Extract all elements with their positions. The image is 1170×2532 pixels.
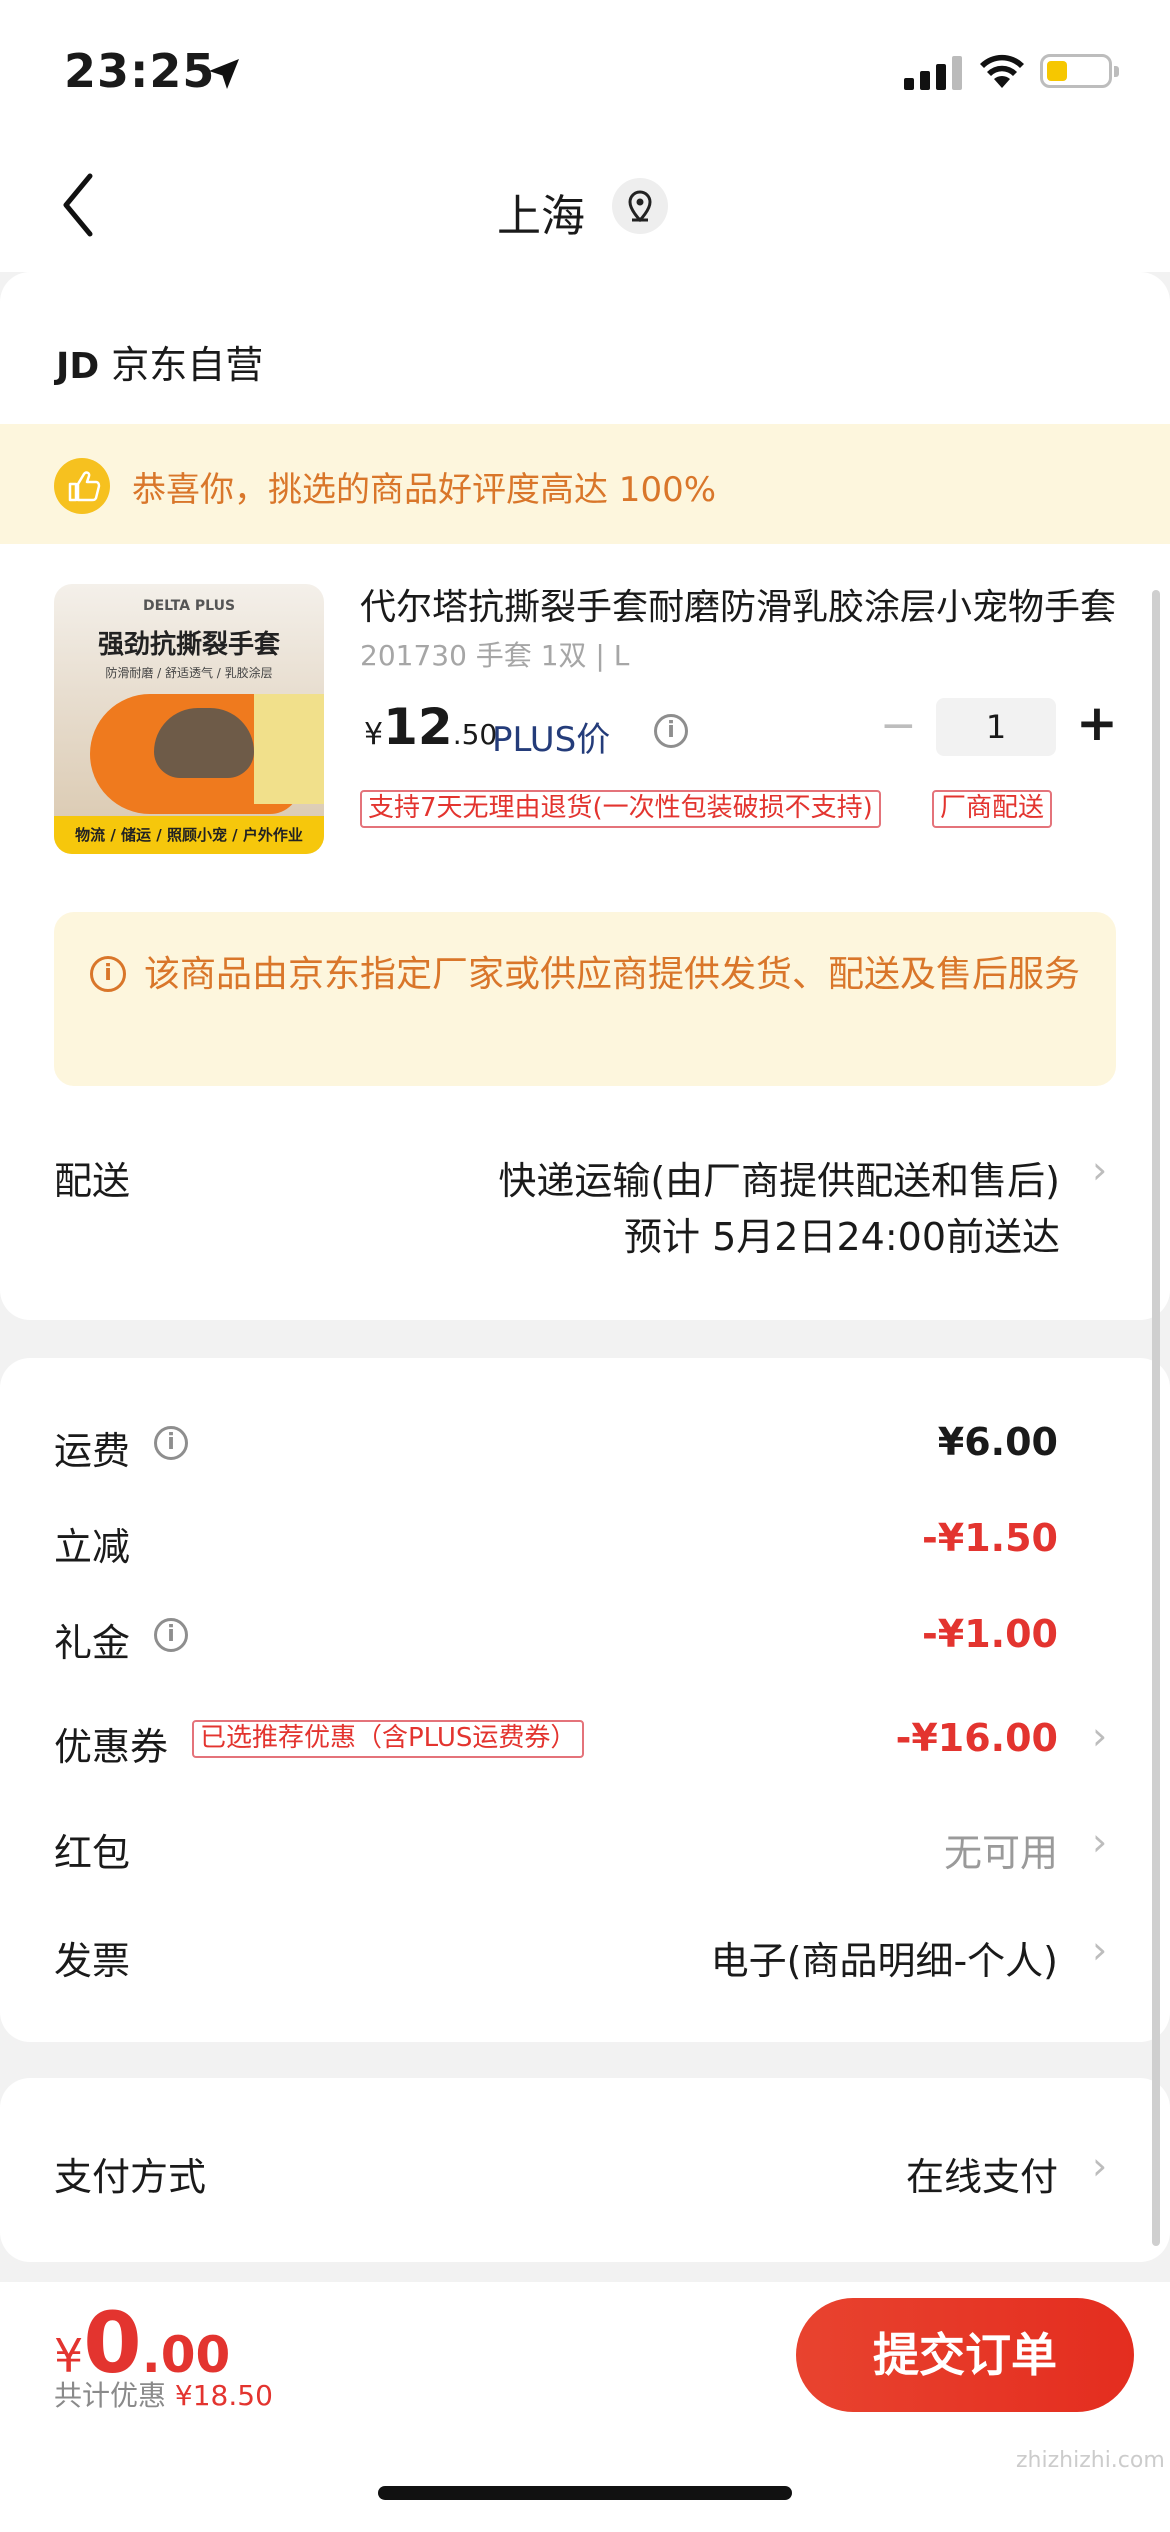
submit-order-button[interactable]: 提交订单 [796,2298,1134,2412]
invoice-value[interactable]: 电子(商品明细-个人) [711,1930,1058,1985]
coupon-value[interactable]: -¥16.00 [896,1716,1058,1760]
return-policy-tag: 支持7天无理由退货(一次性包装破损不支持) [360,790,881,828]
shipping-fee-label: 运费 [54,1429,131,1473]
delivery-method[interactable]: 快递运输(由厂商提供配送和售后) [498,1150,1060,1205]
coupon-label: 优惠券 [54,1725,169,1769]
delivery-eta: 预计 5月2日24:00前送达 [624,1215,1060,1259]
shop-name[interactable]: JD 京东自营 [56,334,263,389]
shipping-info-icon[interactable]: i [154,1426,188,1460]
notice-info-icon: i [90,956,126,992]
delivery-label: 配送 [54,1159,131,1203]
battery-icon [1040,54,1119,88]
product-price: ¥12.50 [364,698,498,756]
price-info-icon[interactable]: i [654,714,688,748]
quantity-increase-button[interactable]: + [1076,694,1118,752]
product-title[interactable]: 代尔塔抗撕裂手套耐磨防滑乳胶涂层小宠物手套 [360,578,1120,630]
coupon-chevron-icon[interactable]: › [1092,1714,1107,1758]
shop-name-label: 京东自营 [111,343,264,387]
status-time: 23:25 [64,44,216,98]
quantity-input[interactable]: 1 [936,698,1056,756]
location-arrow-icon [209,59,239,89]
quantity-decrease-button[interactable]: − [880,700,917,751]
payment-value[interactable]: 在线支付 [906,2146,1058,2201]
jd-logo: JD [56,346,100,387]
cellular-signal-icon [904,56,962,90]
coupon-tag: 已选推荐优惠（含PLUS运费券） [192,1720,585,1758]
product-image[interactable]: DELTA PLUS 强劲抗撕裂手套 防滑耐磨 / 舒适透气 / 乳胶涂层 物流… [54,584,324,854]
location-pin-icon[interactable] [612,178,668,234]
thumbs-up-icon [54,458,110,514]
vendor-notice-text: 该商品由京东指定厂家或供应商提供发货、配送及售后服务 [144,954,1081,995]
watermark: zhizhizhi.com [1016,2448,1165,2473]
gift-label: 礼金 [54,1621,131,1665]
red-packet-label: 红包 [54,1831,131,1875]
discount-label: 立减 [54,1525,131,1569]
wifi-icon [980,54,1024,88]
invoice-label: 发票 [54,1939,131,1983]
vendor-delivery-tag: 厂商配送 [932,790,1053,828]
payment-chevron-icon[interactable]: › [1092,2144,1107,2188]
red-packet-value[interactable]: 无可用 [944,1822,1058,1877]
scrollbar[interactable] [1152,590,1160,2246]
delivery-chevron-icon[interactable]: › [1092,1148,1107,1192]
gift-value: -¥1.00 [922,1612,1058,1656]
page-title: 上海 [497,191,585,242]
invoice-chevron-icon[interactable]: › [1092,1928,1107,1972]
plus-price-label: PLUS价 [492,720,611,760]
discount-value: -¥1.50 [922,1516,1058,1560]
gift-info-icon[interactable]: i [154,1618,188,1652]
shipping-fee-value: ¥6.00 [937,1420,1058,1464]
home-indicator[interactable] [378,2486,792,2500]
red-packet-chevron-icon[interactable]: › [1092,1820,1107,1864]
product-spec: 201730 手套 1双 | L [360,639,630,672]
rating-banner-text: 恭喜你，挑选的商品好评度高达 100% [132,470,717,510]
total-saving: 共计优惠 ¥18.50 [54,2379,273,2412]
payment-label: 支付方式 [54,2155,207,2199]
